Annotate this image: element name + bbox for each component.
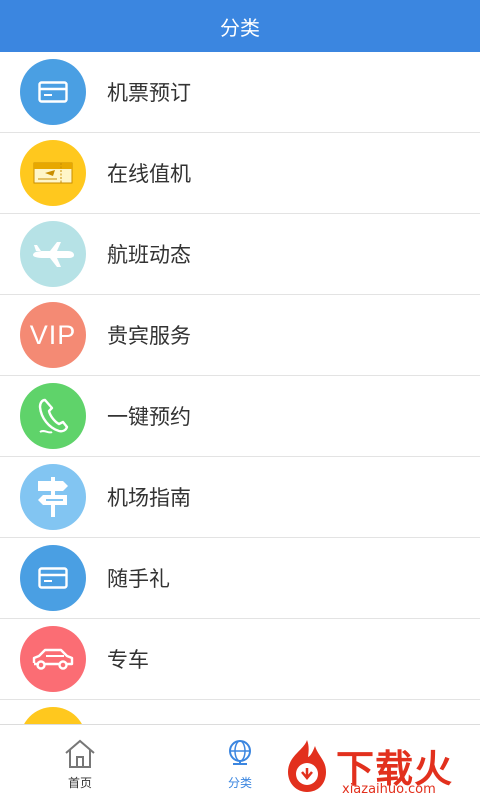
card-icon [20, 59, 86, 125]
list-item-label: 机场指南 [107, 486, 191, 510]
top-bar: 分类 [0, 0, 480, 52]
list-item-label: 专车 [107, 648, 149, 672]
list-item-ticket-booking[interactable]: 机票预订 [0, 52, 480, 133]
phone-icon [20, 383, 86, 449]
signpost-icon [20, 464, 86, 530]
car-icon [20, 626, 86, 692]
card-icon [20, 545, 86, 611]
tab-home-label: 首页 [67, 776, 92, 790]
list-item-label: 航班动态 [107, 243, 191, 267]
home-icon [65, 739, 95, 768]
tab-category-label: 分类 [227, 776, 252, 790]
list-item-private-car[interactable]: 专车 [0, 619, 480, 700]
list-item-vip-service[interactable]: VIP 贵宾服务 [0, 295, 480, 376]
tab-home[interactable]: 首页 [20, 725, 140, 801]
page-title: 分类 [220, 15, 260, 40]
list-item-gift[interactable]: 随手礼 [0, 538, 480, 619]
list-item-one-click-booking[interactable]: 一键预约 [0, 376, 480, 457]
list-item-label: 随手礼 [107, 567, 170, 591]
list-item-label: 贵宾服务 [107, 324, 191, 348]
globe-icon [229, 740, 251, 765]
watermark-sub: xiazaihuo.com [342, 782, 436, 797]
vip-icon-text: VIP [29, 319, 77, 350]
watermark-logo: 下载火 xiazaihuo.com [282, 736, 480, 800]
list-item-airport-guide[interactable]: 机场指南 [0, 457, 480, 538]
category-list: 机票预订 在线值机 航班动态 VIP 贵宾服务 一键预约 机场指南 随手礼 专车 [0, 52, 480, 724]
list-item-partial[interactable] [0, 700, 480, 724]
flame-icon [288, 740, 326, 792]
list-item-label: 机票预订 [107, 81, 191, 105]
list-item-label: 一键预约 [107, 405, 191, 429]
boarding-pass-icon [20, 140, 86, 206]
vip-icon: VIP [20, 302, 86, 368]
list-item-label: 在线值机 [107, 162, 191, 186]
partial-icon [20, 707, 86, 724]
list-item-online-checkin[interactable]: 在线值机 [0, 133, 480, 214]
list-item-flight-status[interactable]: 航班动态 [0, 214, 480, 295]
airplane-icon [20, 221, 86, 287]
